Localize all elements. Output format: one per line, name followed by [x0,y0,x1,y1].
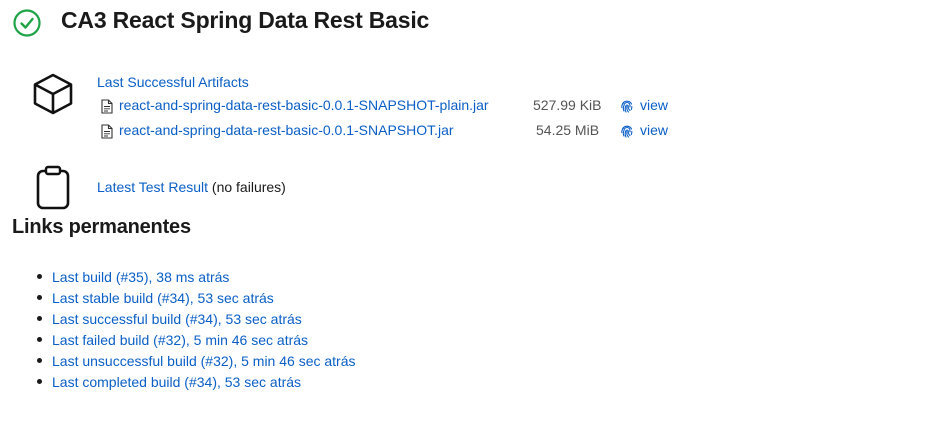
bullet [37,358,42,363]
section-heading: Links permanentes [12,216,191,238]
artifact-link[interactable]: react-and-spring-data-rest-basic-0.0.1-S… [119,97,489,113]
artifact-link[interactable]: react-and-spring-data-rest-basic-0.0.1-S… [119,122,454,138]
bullet [37,274,42,279]
bullet [37,295,42,300]
fingerprint-icon[interactable] [619,98,635,114]
artifact-size: 54.25 MiB [536,122,600,138]
clipboard-icon [36,165,70,210]
view-artifact-link[interactable]: view [640,97,668,113]
permalink-last-stable-build[interactable]: Last stable build (#34), 53 sec atrás [52,290,274,306]
permalink-last-unsuccessful-build[interactable]: Last unsuccessful build (#32), 5 min 46 … [52,353,356,369]
file-icon [101,99,113,114]
artifact-size: 527.99 KiB [533,97,602,113]
test-result-line: Latest Test Result (no failures) [97,179,286,195]
latest-test-result-link[interactable]: Latest Test Result [97,179,208,195]
bullet [37,316,42,321]
bullet [37,379,42,384]
fingerprint-icon[interactable] [619,123,635,139]
permalink-last-build[interactable]: Last build (#35), 38 ms atrás [52,269,229,285]
last-successful-artifacts-link[interactable]: Last Successful Artifacts [97,74,249,90]
page-title: CA3 React Spring Data Rest Basic [61,7,430,33]
view-artifact-link[interactable]: view [640,122,668,138]
test-result-summary: (no failures) [208,179,286,195]
file-icon [101,124,113,139]
permalink-last-completed-build[interactable]: Last completed build (#34), 53 sec atrás [52,374,301,390]
package-box-icon [33,73,73,115]
check-circle-icon [13,9,41,37]
permalink-last-failed-build[interactable]: Last failed build (#32), 5 min 46 sec at… [52,332,308,348]
bullet [37,337,42,342]
permalink-last-successful-build[interactable]: Last successful build (#34), 53 sec atrá… [52,311,302,327]
